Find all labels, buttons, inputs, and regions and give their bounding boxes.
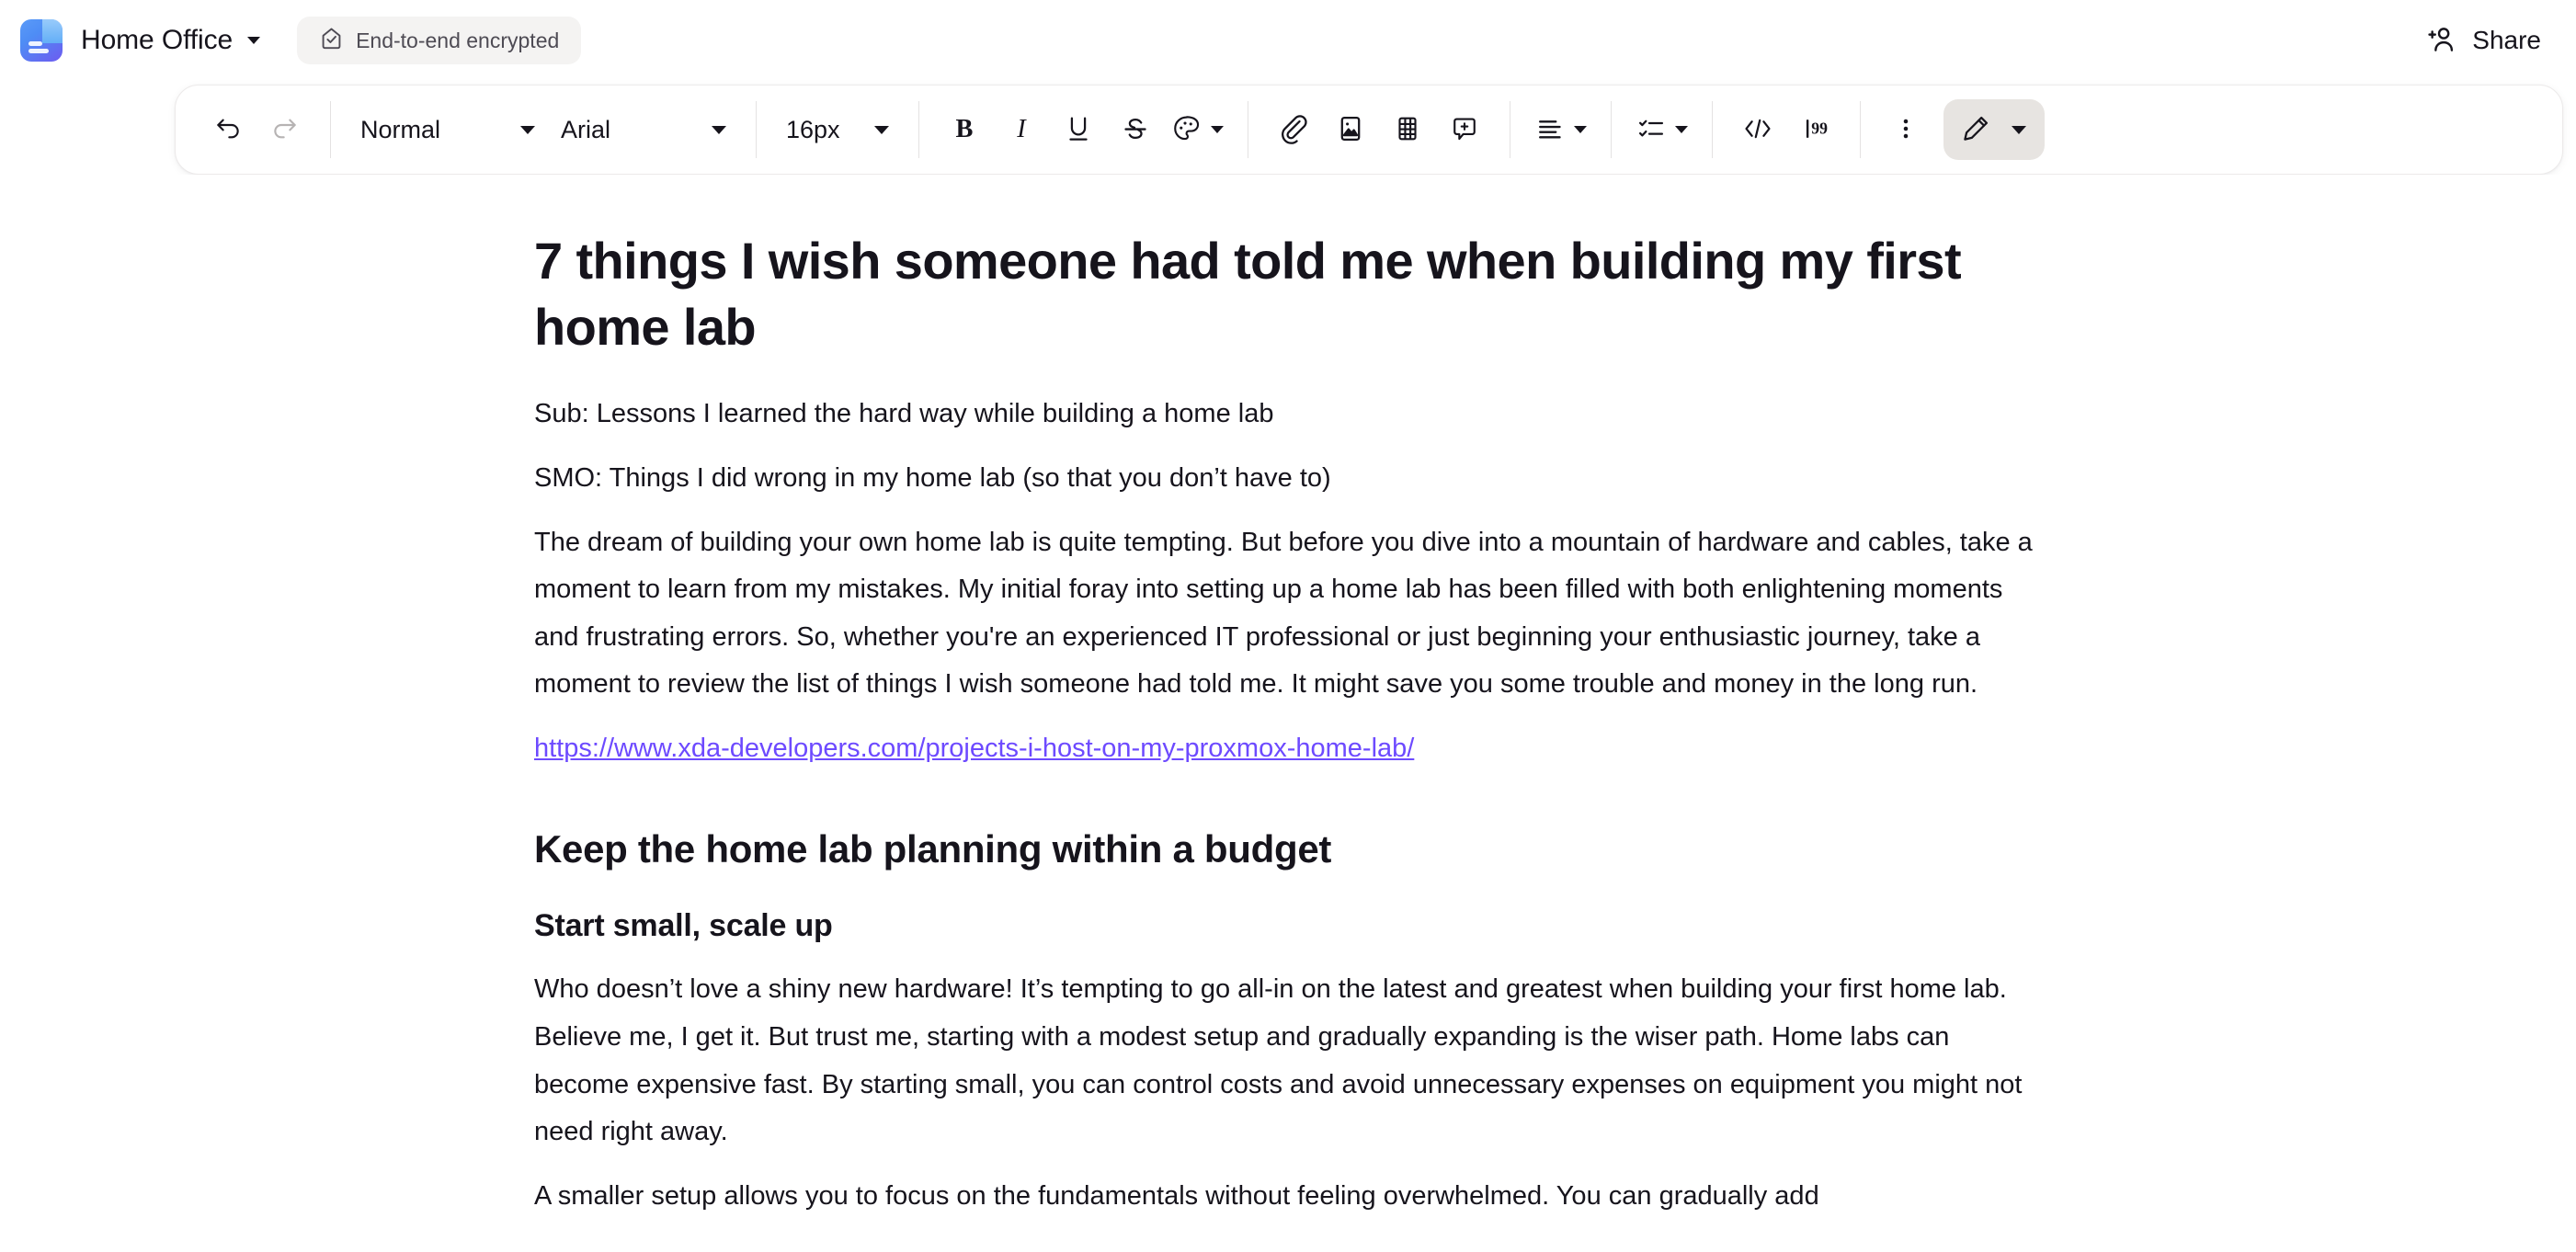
toolbar-divider [1611,101,1612,158]
font-family-value: Arial [561,115,611,143]
top-bar: Home Office End-to-end encrypted Share [0,0,2576,81]
more-options-button[interactable] [1877,101,1934,158]
chevron-down-icon [1675,126,1688,133]
paragraph-style-value: Normal [360,115,441,143]
svg-text:99: 99 [1811,119,1828,137]
toolbar-divider [330,101,331,158]
redo-arrow-icon [270,114,300,146]
code-block-button[interactable] [1729,101,1786,158]
chevron-down-icon [2012,125,2026,134]
chevron-down-icon [520,125,535,134]
proton-docs-logo-icon [20,19,63,62]
encryption-badge: End-to-end encrypted [297,17,582,64]
doc-heading-start-small: Start small, scale up [534,908,833,944]
block-quote-button[interactable]: 99 [1786,101,1843,158]
text-color-button[interactable] [1164,101,1231,158]
top-bar-left-group: Home Office End-to-end encrypted [0,17,582,64]
doc-paragraph-clipped: A smaller setup allows you to focus on t… [534,1180,1819,1211]
code-brackets-icon [1741,113,1774,147]
font-size-select[interactable]: 16px [773,101,902,158]
strikethrough-icon [1120,113,1151,147]
underline-button[interactable] [1050,101,1107,158]
encryption-badge-label: End-to-end encrypted [356,28,560,52]
italic-icon: I [1006,113,1037,147]
chevron-down-icon[interactable] [247,37,261,44]
image-icon [1335,113,1366,147]
insert-image-button[interactable] [1322,101,1379,158]
paragraph-style-select[interactable]: Normal [348,101,548,158]
underline-icon [1063,113,1094,147]
insert-table-button[interactable] [1379,101,1436,158]
align-left-icon [1534,113,1566,147]
document-body[interactable]: 7 things I wish someone had told me when… [534,175,2042,1220]
doc-paragraph-start-small: Who doesn’t love a shiny new hardware! I… [534,974,2023,1147]
edit-mode-button[interactable] [1943,99,2045,160]
share-button-label: Share [2472,26,2541,54]
svg-text:I: I [1016,115,1027,143]
doc-external-link[interactable]: https://www.xda-developers.com/projects-… [534,725,1414,773]
undo-arrow-icon [213,114,243,146]
block-quote-icon: 99 [1799,113,1830,147]
editor-toolbar: Normal Arial 16px B I 99 [175,85,2563,175]
doc-heading-budget: Keep the home lab planning within a budg… [534,826,1332,871]
document-title[interactable]: Home Office [81,25,233,56]
chevron-down-icon [1574,126,1587,133]
lock-check-icon [319,25,344,56]
color-palette-icon [1171,113,1203,147]
toolbar-divider [1860,101,1861,158]
doc-heading-title: 7 things I wish someone had told me when… [534,232,1962,356]
align-button[interactable] [1527,101,1594,158]
pencil-icon [1960,113,1991,147]
font-size-value: 16px [786,115,840,143]
document-canvas[interactable]: 7 things I wish someone had told me when… [0,175,2576,1252]
doc-smo-line: SMO: Things I did wrong in my home lab (… [534,462,1331,493]
more-vertical-icon [1891,114,1921,146]
toolbar-divider [1712,101,1713,158]
insert-comment-button[interactable] [1436,101,1493,158]
toolbar-divider [756,101,757,158]
bold-button[interactable]: B [936,101,993,158]
insert-link-button[interactable] [1265,101,1322,158]
person-add-icon [2425,24,2456,58]
chevron-down-icon [874,125,889,134]
italic-button[interactable]: I [993,101,1050,158]
font-family-select[interactable]: Arial [548,101,739,158]
share-button[interactable]: Share [2416,0,2550,81]
chevron-down-icon [712,125,726,134]
toolbar-divider [918,101,919,158]
undo-button[interactable] [199,101,256,158]
lists-button[interactable] [1628,101,1695,158]
table-icon [1392,113,1423,147]
comment-add-icon [1449,113,1480,147]
doc-subtitle-line: Sub: Lessons I learned the hard way whil… [534,399,1274,429]
doc-intro-paragraph: The dream of building your own home lab … [534,527,2033,700]
svg-text:B: B [956,115,974,143]
link-paperclip-icon [1278,113,1309,147]
checklist-icon [1636,113,1667,147]
redo-button[interactable] [256,101,313,158]
bold-icon: B [949,113,980,147]
strikethrough-button[interactable] [1107,101,1164,158]
chevron-down-icon [1211,126,1224,133]
